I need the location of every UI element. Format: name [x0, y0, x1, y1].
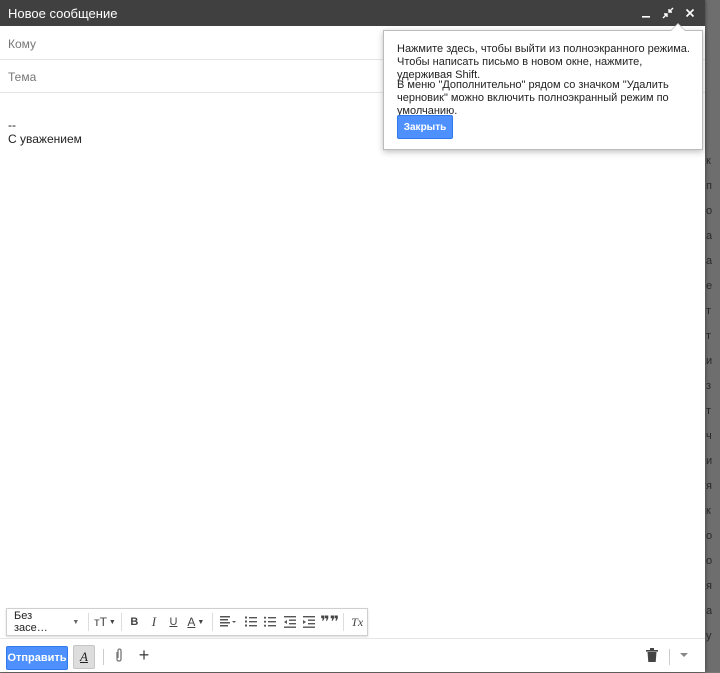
compose-window: Новое сообщение Кому Тема -- С уважением…	[0, 0, 705, 672]
text-color-icon[interactable]: A ▼	[183, 609, 208, 635]
background-strip-letter: е	[706, 280, 713, 292]
tooltip-arrow	[670, 23, 686, 31]
toolbar-divider	[120, 613, 122, 631]
tooltip-close-button[interactable]: Закрыть	[397, 115, 453, 139]
background-strip-letter: а	[706, 230, 713, 242]
more-insert-options-icon[interactable]: +	[137, 645, 151, 665]
background-strip-letter: з	[706, 380, 712, 392]
background-strip-letter: т	[706, 330, 712, 342]
formatting-toolbar: Без засе… ▼ тT ▼ B I U A ▼ ❞❞ Tx	[6, 608, 368, 636]
quote-icon[interactable]: ❞❞	[319, 609, 340, 635]
background-strip-letter: т	[706, 405, 712, 417]
font-family-select[interactable]: Без засе… ▼	[7, 609, 85, 635]
more-options-chevron-icon[interactable]	[680, 653, 688, 657]
italic-icon[interactable]: I	[144, 609, 164, 635]
toolbar-divider	[211, 613, 213, 631]
background-strip-letter: к	[706, 155, 711, 167]
tooltip-text-1: Нажмите здесь, чтобы выйти из полноэкран…	[397, 43, 690, 81]
background-inbox-strip: к п о а а е т т и з т ч и я к о о я а у	[704, 0, 720, 672]
attach-file-icon[interactable]	[113, 648, 127, 664]
numbered-list-icon[interactable]	[241, 609, 261, 635]
indent-less-icon[interactable]	[280, 609, 300, 635]
background-strip-letter: и	[706, 455, 713, 467]
action-divider	[103, 649, 104, 665]
remove-formatting-icon[interactable]: Tx	[347, 609, 367, 635]
background-strip-letter: у	[706, 630, 712, 642]
exit-fullscreen-icon[interactable]	[661, 4, 675, 22]
background-strip-letter: т	[706, 305, 712, 317]
background-strip-letter: я	[706, 480, 712, 492]
background-strip-letter: о	[706, 555, 713, 567]
chevron-down-icon: ▼	[72, 618, 80, 626]
background-strip-letter: а	[706, 255, 713, 267]
align-icon[interactable]	[216, 609, 241, 635]
tooltip-text-2: В меню "Дополнительно" рядом со значком …	[397, 79, 669, 117]
remove-formatting-glyph: Tx	[351, 614, 364, 629]
toolbar-divider	[343, 613, 345, 631]
background-strip-letter: а	[706, 605, 713, 617]
minimize-icon[interactable]	[639, 4, 653, 22]
bold-icon[interactable]: B	[125, 609, 145, 635]
bulleted-list-icon[interactable]	[260, 609, 280, 635]
formatting-options-icon[interactable]: A	[73, 645, 95, 669]
indent-more-icon[interactable]	[299, 609, 319, 635]
background-strip-letter: п	[706, 180, 712, 192]
toolbar-divider	[88, 613, 90, 631]
action-divider	[669, 649, 670, 665]
background-strip-letter: и	[706, 355, 713, 367]
underline-icon[interactable]: U	[164, 609, 184, 635]
subject-placeholder: Тема	[8, 70, 37, 84]
background-strip-letter: я	[706, 580, 712, 592]
compose-title: Новое сообщение	[8, 6, 118, 21]
background-strip-letter: ч	[706, 430, 712, 442]
close-icon[interactable]	[683, 4, 697, 22]
background-strip-letter: к	[706, 505, 711, 517]
font-size-icon[interactable]: тT ▼	[92, 609, 117, 635]
compose-titlebar: Новое сообщение	[0, 0, 705, 26]
compose-action-bar: Отправить A +	[0, 638, 705, 673]
to-placeholder: Кому	[8, 37, 37, 51]
fullscreen-tooltip: Нажмите здесь, чтобы выйти из полноэкран…	[383, 23, 703, 150]
background-strip-letter: о	[706, 205, 713, 217]
send-button[interactable]: Отправить	[6, 646, 68, 670]
background-strip-letter: о	[706, 530, 713, 542]
font-size-glyph: тT	[94, 615, 107, 629]
delete-draft-icon[interactable]	[646, 648, 660, 664]
font-family-label: Без засе…	[14, 610, 48, 634]
text-color-glyph: A	[187, 615, 196, 629]
